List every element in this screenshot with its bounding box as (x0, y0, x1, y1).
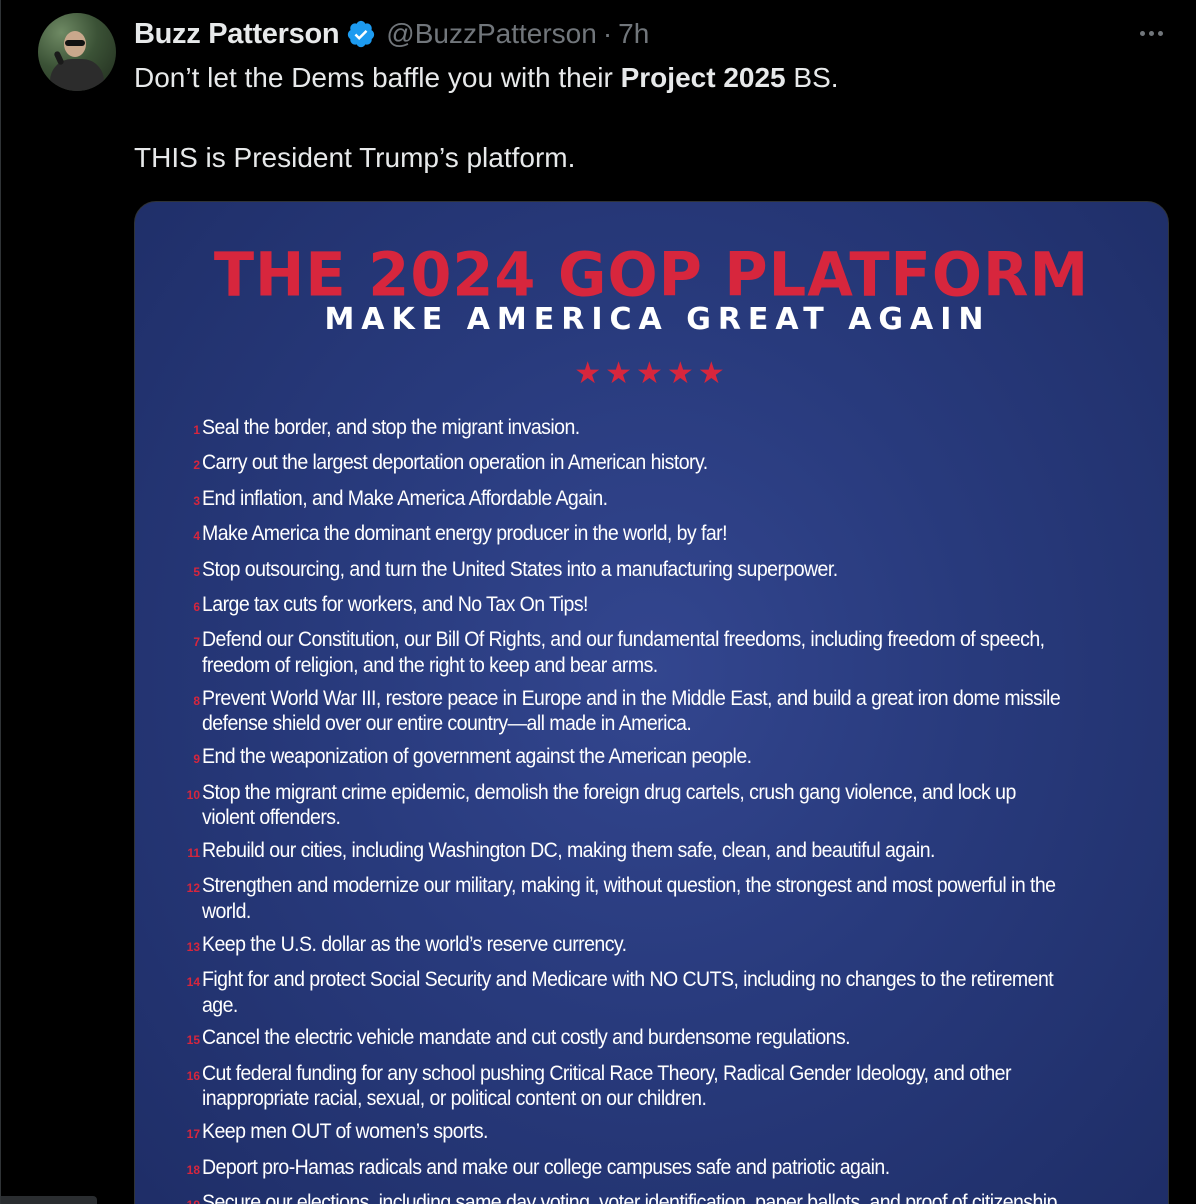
platform-item: 15 Cancel the electric vehicle mandate an… (171, 1025, 1131, 1053)
tweet-timestamp[interactable]: 7h (618, 18, 649, 50)
more-dot (1157, 30, 1163, 36)
tweet-text: Don’t let the Dems baffle you with their… (134, 58, 1154, 178)
platform-item: 1 Seal the border, and stop the migrant i… (171, 415, 1131, 443)
platform-item-text: Stop the migrant crime epidemic, demolis… (202, 780, 1016, 830)
platform-item-text: Make America the dominant energy produce… (202, 522, 728, 546)
attached-image[interactable]: THE 2024 GOP PLATFORM MAKE AMERICA GREAT… (134, 201, 1169, 1204)
platform-item-text: Cut federal funding for any school pushi… (202, 1061, 1011, 1111)
platform-item-number: 9 (193, 752, 200, 767)
poster-title: THE 2024 GOP PLATFORM (213, 239, 1090, 310)
platform-item: 17 Keep men OUT of women’s sports. (171, 1119, 1131, 1147)
tweet-header: Buzz Patterson @BuzzPatterson · 7h (134, 14, 649, 54)
platform-item: 18 Deport pro-Hamas radicals and make our… (171, 1155, 1131, 1183)
stars-icon: ★★★★★ (574, 357, 729, 390)
platform-item-text: Keep the U.S. dollar as the world’s rese… (202, 932, 627, 956)
platform-item: 11 Rebuild our cities, including Washingt… (171, 838, 1131, 866)
platform-item-text: Keep men OUT of women’s sports. (202, 1120, 488, 1144)
platform-item: 4 Make America the dominant energy produc… (171, 521, 1131, 549)
platform-item: 13 Keep the U.S. dollar as the world’s re… (171, 932, 1131, 960)
more-dot (1139, 30, 1145, 36)
platform-item-number: 4 (193, 529, 200, 544)
tweet-text-line-2: THIS is President Trump’s platform. (134, 142, 576, 173)
platform-item: 9 End the weaponization of government aga… (171, 744, 1131, 772)
author-handle[interactable]: @BuzzPatterson (386, 18, 597, 50)
scrollbar[interactable] (1, 1196, 97, 1204)
platform-item-text: Stop outsourcing, and turn the United St… (202, 557, 838, 581)
more-options-icon[interactable] (1131, 18, 1171, 48)
verified-badge-icon[interactable] (346, 19, 376, 49)
platform-item: 6 Large tax cuts for workers, and No Tax … (171, 592, 1131, 620)
avatar-sunglasses (65, 40, 85, 46)
avatar-microphone (53, 50, 65, 66)
platform-item: 16 Cut federal funding for any school pus… (171, 1061, 1131, 1112)
text-bold-segment: Project 2025 (620, 62, 786, 93)
platform-item: 8 Prevent World War III, restore peace in… (171, 686, 1131, 737)
platform-item-number: 17 (186, 1127, 200, 1142)
platform-item-text: End the weaponization of government agai… (202, 745, 752, 769)
platform-item-number: 14 (186, 975, 200, 990)
platform-item: 14 Fight for and protect Social Security … (171, 967, 1131, 1018)
platform-item-number: 7 (193, 635, 200, 650)
platform-item-number: 2 (193, 458, 200, 473)
platform-item: 3 End inflation, and Make America Afforda… (171, 486, 1131, 514)
platform-item-text: Carry out the largest deportation operat… (202, 451, 708, 475)
more-dot (1148, 30, 1154, 36)
platform-item-number: 11 (187, 845, 200, 860)
tweet-text-line-1: Don’t let the Dems baffle you with their… (134, 58, 1154, 98)
platform-item-text: Cancel the electric vehicle mandate and … (202, 1026, 851, 1050)
platform-item-text: Secure our elections, including same day… (202, 1191, 1062, 1204)
platform-item-number: 15 (186, 1033, 200, 1048)
platform-item-number: 8 (193, 693, 200, 708)
platform-item-text: Deport pro-Hamas radicals and make our c… (202, 1155, 890, 1179)
platform-item-text: Large tax cuts for workers, and No Tax O… (202, 592, 588, 616)
platform-item-number: 16 (186, 1068, 200, 1083)
platform-item: 5 Stop outsourcing, and turn the United S… (171, 557, 1131, 585)
platform-item-number: 3 (193, 493, 200, 508)
platform-item: 12 Strengthen and modernize our military,… (171, 873, 1131, 924)
platform-item-text: Seal the border, and stop the migrant in… (202, 416, 580, 439)
platform-item: 19Secure our elections, including same d… (171, 1190, 1131, 1204)
platform-list: 1 Seal the border, and stop the migrant i… (171, 415, 1131, 1204)
platform-item: 7 Defend our Constitution, our Bill Of Ri… (171, 627, 1131, 678)
platform-item-text: End inflation, and Make America Affordab… (202, 486, 608, 510)
platform-item-text: Strengthen and modernize our military, m… (202, 874, 1056, 923)
tweet: Buzz Patterson @BuzzPatterson · 7h Don’t… (0, 0, 1196, 1204)
platform-item-number: 13 (186, 939, 200, 954)
text-segment: Don’t let the Dems baffle you with their (134, 62, 621, 93)
platform-item-number: 6 (193, 599, 200, 614)
platform-item-number: 1 (193, 423, 200, 437)
separator-dot: · (602, 18, 613, 49)
platform-item: 2 Carry out the largest deportation opera… (171, 450, 1131, 478)
platform-item-number: 10 (186, 787, 200, 802)
platform-item-text: Defend our Constitution, our Bill Of Rig… (202, 628, 1045, 677)
platform-item: 10 Stop the migrant crime epidemic, demol… (171, 780, 1131, 831)
platform-item-text: Fight for and protect Social Security an… (202, 968, 1054, 1017)
platform-item-number: 18 (186, 1162, 200, 1177)
platform-item-number: 12 (186, 881, 200, 896)
author-avatar[interactable] (38, 13, 116, 91)
platform-item-number: 19 (171, 1190, 202, 1204)
author-display-name[interactable]: Buzz Patterson (134, 18, 340, 51)
text-segment: BS. (785, 62, 839, 93)
platform-item-text: Rebuild our cities, including Washington… (202, 838, 935, 862)
platform-item-number: 5 (193, 564, 200, 579)
platform-item-text: Prevent World War III, restore peace in … (202, 686, 1061, 736)
poster-subtitle: MAKE AMERICA GREAT AGAIN (324, 302, 991, 337)
